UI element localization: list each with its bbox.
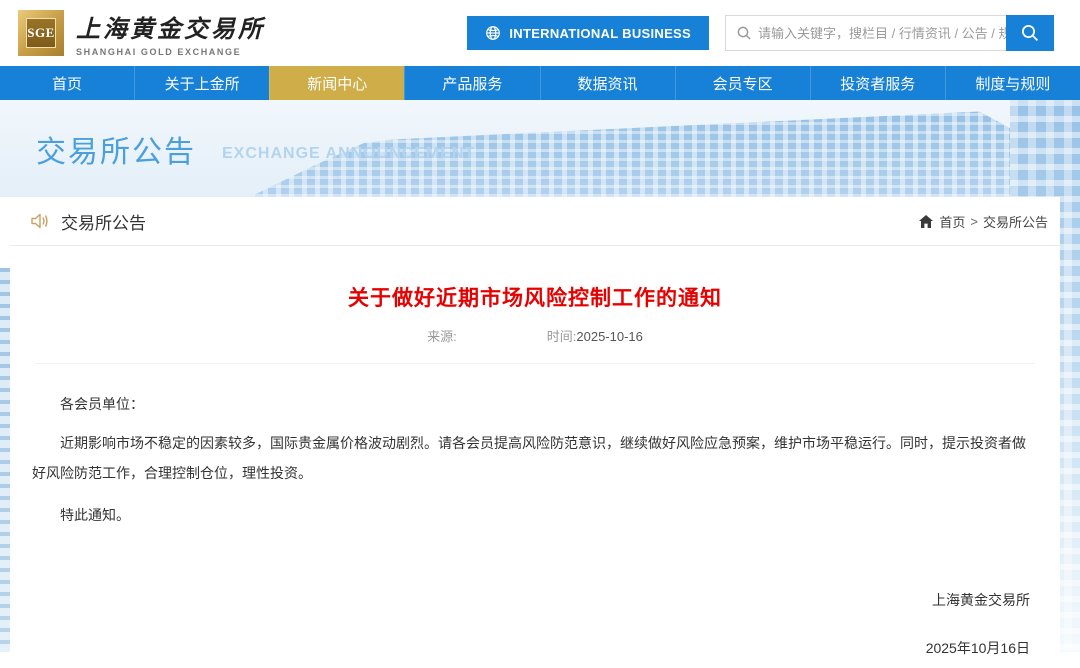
international-business-button[interactable]: INTERNATIONAL BUSINESS [467,16,709,50]
search-button[interactable] [1006,15,1054,51]
site-header: SGE 上海黄金交易所 SHANGHAI GOLD EXCHANGE INTER… [0,0,1080,66]
article-time-label: 时间: [546,329,577,344]
nav-item-about[interactable]: 关于上金所 [134,66,269,100]
article-meta: 来源: 时间:2025-10-16 [10,326,1060,345]
nav-item-home[interactable]: 首页 [0,66,134,100]
nav-item-news-center[interactable]: 新闻中心 [269,66,405,100]
home-icon [919,214,939,228]
brand-name-en: SHANGHAI GOLD EXCHANGE [76,47,242,57]
article-title: 关于做好近期市场风险控制工作的通知 [348,287,722,310]
brand-name-cn: 上海黄金交易所 [76,17,265,43]
header-actions: INTERNATIONAL BUSINESS [467,15,1054,51]
nav-item-investor-services[interactable]: 投资者服务 [809,66,945,100]
main-nav: 首页 关于上金所 新闻中心 产品服务 数据资讯 会员专区 投资者服务 制度与规则 [0,66,1080,100]
article-time-value: 2025-10-16 [576,329,643,344]
breadcrumb-separator: > [970,213,978,229]
signature-name: 上海黄金交易所 [932,592,1030,608]
globe-icon [485,25,509,41]
page-banner: 交易所公告 EXCHANGE ANNOUNCEMENT [0,100,1080,197]
sge-logo-icon: SGE [18,10,64,56]
article-paragraph-greeting: 各会员单位： [60,396,144,412]
article-paragraph-close: 特此通知。 [60,507,130,523]
meta-divider [35,363,1035,364]
banner-title-en: EXCHANGE ANNOUNCEMENT [222,144,476,162]
nav-item-rules[interactable]: 制度与规则 [944,66,1080,100]
signature-block: 上海黄金交易所 2025年10月16日 [10,590,1060,658]
article-time: 时间:2025-10-16 [547,326,643,345]
site-logo[interactable]: SGE 上海黄金交易所 SHANGHAI GOLD EXCHANGE [18,9,265,57]
nav-item-products[interactable]: 产品服务 [404,66,539,100]
breadcrumb-home[interactable]: 首页 [939,212,965,231]
section-header: 交易所公告 首页 > 交易所公告 [10,197,1060,246]
article-source-label: 来源: [427,329,457,344]
search-field-icon [726,16,758,50]
nav-item-members[interactable]: 会员专区 [674,66,810,100]
sge-logo-acronym: SGE [26,18,56,48]
logo-text: 上海黄金交易所 SHANGHAI GOLD EXCHANGE [76,9,265,57]
signature-date: 2025年10月16日 [925,640,1030,656]
breadcrumb-current[interactable]: 交易所公告 [983,212,1048,231]
search-input[interactable] [758,16,1006,50]
section-title: 交易所公告 [61,213,146,233]
building-graphic-left [0,268,10,652]
article-body: 各会员单位： 近期影响市场不稳定的因素较多，国际贵金属价格波动剧烈。请各会员提高… [10,389,1060,530]
search-icon [1020,23,1040,43]
search-box [725,15,1054,51]
content-card: 交易所公告 首页 > 交易所公告 关于做好近期市场风险控制工作的通知 来源: 时… [10,197,1060,668]
article-paragraph-main: 近期影响市场不稳定的因素较多，国际贵金属价格波动剧烈。请各会员提高风险防范意识，… [32,435,1026,481]
international-business-label: INTERNATIONAL BUSINESS [509,25,691,41]
breadcrumb: 首页 > 交易所公告 [919,212,1048,231]
announcement-speaker-icon [30,211,51,231]
banner-title-cn: 交易所公告 [36,135,196,169]
nav-item-data[interactable]: 数据资讯 [539,66,675,100]
